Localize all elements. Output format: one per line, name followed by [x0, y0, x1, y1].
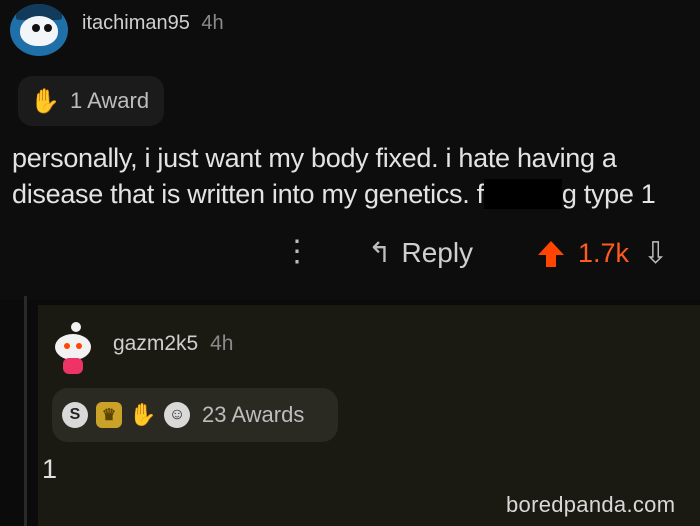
- snoo-body: [63, 358, 83, 374]
- comment-actions: ⋮ ↰ Reply 1.7k ⇩: [0, 232, 700, 282]
- award-icon: ✋: [30, 87, 60, 115]
- username-link[interactable]: itachiman95: [82, 12, 190, 34]
- awards-count: 23 Awards: [202, 402, 305, 427]
- comment-body: personally, i just want my body fixed. i…: [12, 140, 692, 212]
- avatar-head: [20, 16, 58, 46]
- watermark: boredpanda.com: [506, 492, 676, 517]
- silver-award-icon: S: [62, 402, 88, 428]
- award-badge[interactable]: ✋ 1 Award: [18, 76, 164, 126]
- vote-score: 1.7k: [578, 238, 630, 268]
- reply-button[interactable]: ↰ Reply: [368, 236, 473, 269]
- reply-label: Reply: [401, 236, 474, 268]
- gold-award-icon: ♛: [96, 402, 122, 428]
- snoo-eye-left: [64, 343, 70, 349]
- downvote-icon[interactable]: ⇩: [643, 236, 668, 271]
- censor-bar: [483, 179, 562, 209]
- vote-controls: 1.7k ⇩: [538, 236, 668, 271]
- comment-header: itachiman95 4h: [82, 12, 224, 35]
- reply-arrow-icon: ↰: [368, 237, 392, 268]
- award-count: 1 Award: [70, 88, 150, 113]
- wholesome-award-icon: ☺: [164, 402, 190, 428]
- snoo-avatar[interactable]: [53, 322, 93, 374]
- avatar[interactable]: [10, 4, 68, 56]
- snoo-eye-right: [76, 343, 82, 349]
- more-options-button[interactable]: ⋮: [282, 234, 312, 269]
- reply-header: gazm2k5 4h: [113, 332, 233, 356]
- avatar-eye-left: [32, 24, 40, 32]
- snoo-antenna: [71, 322, 81, 332]
- thread-line[interactable]: [24, 296, 27, 526]
- reply-username-link[interactable]: gazm2k5: [113, 332, 198, 355]
- avatar-eye-right: [44, 24, 52, 32]
- comment-timestamp: 4h: [201, 12, 224, 34]
- awards-badge[interactable]: S ♛ ✋ ☺ 23 Awards: [52, 388, 338, 442]
- snoo-head: [55, 334, 91, 360]
- helpful-award-icon: ✋: [129, 402, 157, 427]
- comment-body-text-end: g type 1: [561, 179, 656, 209]
- reply-timestamp: 4h: [210, 332, 234, 355]
- upvote-icon[interactable]: [538, 240, 564, 267]
- reply-body: 1: [42, 454, 58, 484]
